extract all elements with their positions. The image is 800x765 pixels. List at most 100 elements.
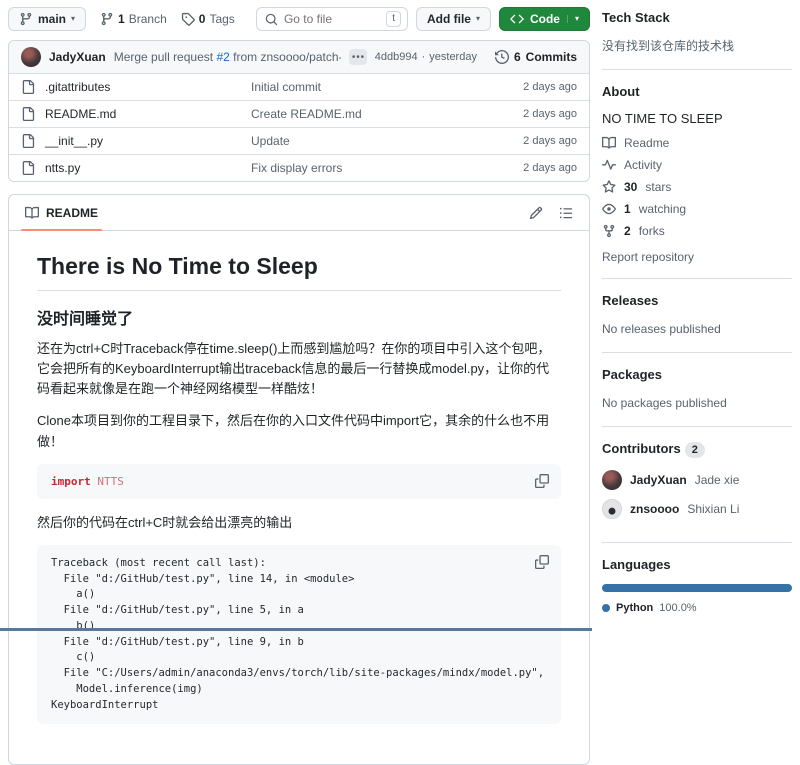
stars-label: stars: [645, 180, 671, 194]
forks-label: forks: [639, 224, 665, 238]
contributors-section: Contributors2 JadyXuan Jade xie znsoooo …: [602, 441, 792, 543]
tab-readme[interactable]: README: [25, 195, 98, 230]
list-item[interactable]: JadyXuan Jade xie: [602, 470, 792, 490]
traceback-code: Traceback (most recent call last): File …: [51, 556, 547, 714]
readme-title: There is No Time to Sleep: [37, 245, 561, 291]
table-row[interactable]: .gitattributes Initial commit 2 days ago: [9, 73, 589, 100]
commit-sha[interactable]: 4ddb994: [375, 51, 418, 63]
contributor-fullname: Jade xie: [695, 473, 740, 487]
about-readme-link[interactable]: Readme: [602, 136, 792, 150]
file-icon: [21, 134, 35, 148]
language-bar[interactable]: [602, 584, 792, 592]
about-watching-link[interactable]: 1 watching: [602, 202, 792, 216]
releases-title[interactable]: Releases: [602, 293, 792, 308]
contributor-username[interactable]: znsoooo: [630, 502, 679, 516]
file-name-link[interactable]: .gitattributes: [45, 80, 251, 94]
releases-empty-text: No releases published: [602, 320, 792, 338]
file-commit-date: 2 days ago: [523, 162, 577, 174]
stars-count: 30: [624, 180, 637, 194]
code-icon: [510, 12, 524, 26]
language-legend-item[interactable]: Python 100.0%: [602, 602, 792, 614]
commit-author[interactable]: JadyXuan: [49, 50, 106, 64]
about-forks-link[interactable]: 2 forks: [602, 224, 792, 238]
file-name-link[interactable]: README.md: [45, 107, 251, 121]
file-icon: [21, 107, 35, 121]
commit-ellipsis-button[interactable]: [349, 49, 367, 65]
code-module: NTTS: [97, 475, 124, 488]
commit-message[interactable]: Merge pull request #2 from znsoooo/patch…: [114, 50, 341, 64]
branches-link[interactable]: 1 Branch: [100, 12, 167, 26]
file-commit-message[interactable]: Fix display errors: [251, 161, 523, 175]
avatar[interactable]: [602, 470, 622, 490]
watching-count: 1: [624, 202, 631, 216]
chevron-down-icon: ▾: [567, 15, 579, 23]
readme-header: README: [9, 195, 589, 231]
tech-stack-empty-text: 没有找到该仓库的技术栈: [602, 37, 792, 55]
copy-button[interactable]: [533, 553, 551, 571]
commits-label: Commits: [526, 50, 577, 64]
about-activity-link[interactable]: Activity: [602, 158, 792, 172]
code-keyword: import: [51, 475, 91, 488]
outline-list-icon[interactable]: [559, 206, 573, 220]
report-repository-link[interactable]: Report repository: [602, 250, 792, 264]
about-stars-link[interactable]: 30 stars: [602, 180, 792, 194]
repo-toolbar: main ▾ 1 Branch 0 Tags: [8, 6, 590, 32]
repo-page: main ▾ 1 Branch 0 Tags: [0, 0, 800, 631]
table-row[interactable]: README.md Create README.md 2 days ago: [9, 100, 589, 127]
history-icon: [495, 50, 509, 64]
main-column: main ▾ 1 Branch 0 Tags: [8, 6, 590, 765]
meta-separator: ·: [422, 51, 426, 63]
releases-section: Releases No releases published: [602, 293, 792, 353]
tags-label: Tags: [209, 12, 234, 26]
pr-link[interactable]: #2: [216, 50, 229, 64]
tags-count: 0: [199, 12, 206, 26]
book-icon: [602, 136, 616, 150]
search-input[interactable]: [284, 12, 380, 26]
table-row[interactable]: ntts.py Fix display errors 2 days ago: [9, 154, 589, 181]
avatar[interactable]: [602, 499, 622, 519]
file-name-link[interactable]: ntts.py: [45, 161, 251, 175]
contributor-username[interactable]: JadyXuan: [630, 473, 687, 487]
file-commit-message[interactable]: Update: [251, 134, 523, 148]
chevron-down-icon: ▾: [71, 15, 75, 23]
languages-section: Languages Python 100.0%: [602, 557, 792, 628]
file-commit-date: 2 days ago: [523, 135, 577, 147]
commit-history-link[interactable]: 6 Commits: [495, 50, 577, 64]
pencil-icon[interactable]: [529, 206, 543, 220]
watching-label: watching: [639, 202, 686, 216]
code-button[interactable]: Code ▾: [499, 7, 590, 31]
table-row[interactable]: __init__.py Update 2 days ago: [9, 127, 589, 154]
tag-icon: [181, 12, 195, 26]
readme-paragraph: 还在为ctrl+C时Traceback停在time.sleep()上而感到尴尬吗…: [37, 339, 561, 399]
go-to-file-search[interactable]: t: [256, 7, 408, 31]
file-browser-card: JadyXuan Merge pull request #2 from znso…: [8, 40, 590, 182]
contributors-count-badge: 2: [685, 442, 705, 458]
list-item[interactable]: znsoooo Shixian Li: [602, 499, 792, 519]
readme-section-heading: 没时间睡觉了: [37, 305, 561, 329]
tags-link[interactable]: 0 Tags: [181, 12, 235, 26]
commit-author-avatar[interactable]: [21, 47, 41, 67]
packages-title[interactable]: Packages: [602, 367, 792, 382]
commit-meta: 4ddb994 · yesterday: [375, 51, 477, 63]
copy-button[interactable]: [533, 472, 551, 490]
branch-selector-button[interactable]: main ▾: [8, 7, 86, 31]
book-icon: [25, 206, 39, 220]
repo-description: NO TIME TO SLEEP: [602, 111, 792, 126]
file-icon: [21, 161, 35, 175]
language-percent: 100.0%: [659, 602, 696, 614]
add-file-button[interactable]: Add file ▾: [416, 7, 491, 31]
file-name-link[interactable]: __init__.py: [45, 134, 251, 148]
readme-body: There is No Time to Sleep 没时间睡觉了 还在为ctrl…: [9, 231, 589, 764]
file-commit-message[interactable]: Create README.md: [251, 107, 523, 121]
file-commit-message[interactable]: Initial commit: [251, 80, 523, 94]
file-icon: [21, 80, 35, 94]
copy-icon: [535, 474, 549, 488]
packages-section: Packages No packages published: [602, 367, 792, 427]
readme-paragraph: Clone本项目到你的工程目录下，然后在你的入口文件代码中import它，其余的…: [37, 411, 561, 451]
language-name: Python: [616, 602, 653, 614]
file-commit-date: 2 days ago: [523, 108, 577, 120]
readme-paragraph: 然后你的代码在ctrl+C时就会给出漂亮的输出: [37, 513, 561, 533]
about-activity-label: Activity: [624, 158, 662, 172]
contributors-title[interactable]: Contributors2: [602, 441, 792, 458]
packages-empty-text: No packages published: [602, 394, 792, 412]
